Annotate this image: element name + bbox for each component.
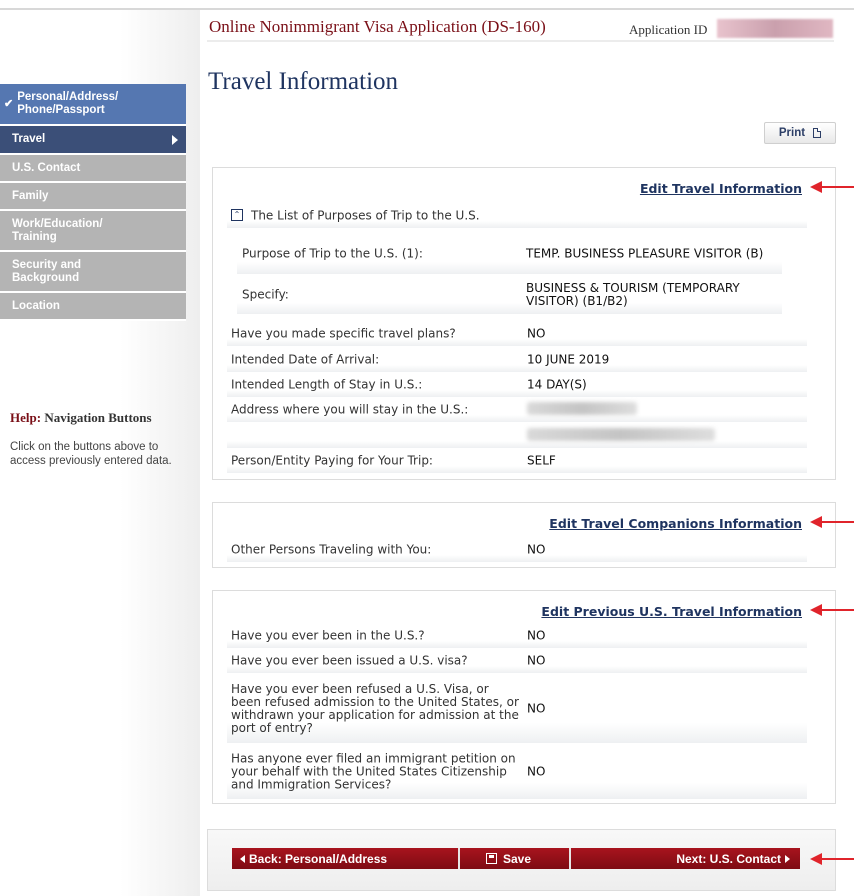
us-address-row-2: [227, 424, 807, 448]
issued-visa-value: NO: [527, 653, 546, 668]
specify-label: Specify:: [242, 287, 289, 302]
other-persons-label: Other Persons Traveling with You:: [231, 542, 432, 557]
checkmark-icon: ✔: [4, 97, 14, 110]
issued-visa-label: Have you ever been issued a U.S. visa?: [231, 653, 468, 668]
annotation-arrow-icon: [810, 181, 854, 193]
issued-visa-row: Have you ever been issued a U.S. visa? N…: [227, 649, 807, 673]
refused-visa-value: NO: [527, 701, 546, 716]
edit-travel-info-link[interactable]: Edit Travel Information: [640, 181, 802, 196]
arrow-left-icon: [240, 854, 245, 863]
us-address-value-redacted: [527, 402, 797, 418]
immigrant-petition-value: NO: [527, 764, 546, 779]
edit-companions-link[interactable]: Edit Travel Companions Information: [549, 516, 802, 531]
sidebar-item-personal[interactable]: ✔ Personal/Address/ Phone/Passport: [0, 84, 186, 126]
purpose-value: TEMP. BUSINESS PLEASURE VISITOR (B): [526, 246, 764, 261]
purpose-label: Purpose of Trip to the U.S. (1):: [242, 246, 423, 261]
top-divider: [0, 8, 854, 10]
length-of-stay-row: Intended Length of Stay in U.S.: 14 DAY(…: [227, 373, 807, 397]
next-button[interactable]: Next: U.S. Contact: [571, 848, 800, 869]
travel-info-panel: Edit Travel Information ⌃ The List of Pu…: [212, 167, 836, 480]
sidebar-item-label: Location: [12, 299, 60, 312]
bottom-nav-bar: Back: Personal/Address Save Next: U.S. C…: [232, 848, 800, 869]
edit-previous-travel-link[interactable]: Edit Previous U.S. Travel Information: [541, 604, 802, 619]
header-divider: [207, 40, 834, 42]
other-persons-row: Other Persons Traveling with You: NO: [227, 538, 807, 562]
travel-plans-value: NO: [527, 326, 546, 341]
specify-row: Specify: BUSINESS & TOURISM (TEMPORARY V…: [237, 276, 782, 314]
previous-travel-panel: Edit Previous U.S. Travel Information Ha…: [212, 590, 836, 804]
refused-visa-label: Have you ever been refused a U.S. Visa, …: [231, 682, 519, 735]
immigrant-petition-row: Has anyone ever filed an immigrant petit…: [227, 745, 807, 799]
immigrant-petition-label: Has anyone ever filed an immigrant petit…: [231, 751, 516, 792]
collapse-icon[interactable]: ⌃: [231, 209, 243, 221]
other-persons-value: NO: [527, 542, 546, 557]
help-title-text: Navigation Buttons: [44, 410, 152, 425]
refused-visa-row: Have you ever been refused a U.S. Visa, …: [227, 675, 807, 743]
sidebar-item-travel[interactable]: Travel: [0, 126, 186, 155]
app-title: Online Nonimmigrant Visa Application (DS…: [209, 17, 546, 36]
sidebar-item-family[interactable]: Family: [0, 183, 186, 211]
us-address-value-2-redacted: [527, 428, 797, 444]
length-of-stay-label: Intended Length of Stay in U.S.:: [231, 377, 423, 392]
travel-plans-row: Have you made specific travel plans? NO: [227, 322, 807, 346]
length-of-stay-value: 14 DAY(S): [527, 377, 587, 392]
print-button[interactable]: Print: [764, 122, 836, 144]
payer-row: Person/Entity Paying for Your Trip: SELF: [227, 449, 807, 473]
been-in-us-value: NO: [527, 628, 546, 643]
us-address-label: Address where you will stay in the U.S.:: [231, 402, 469, 417]
page-title: Travel Information: [208, 68, 399, 95]
save-button-label: Save: [503, 851, 532, 866]
help-box: Help: Navigation Buttons Click on the bu…: [10, 410, 180, 468]
application-id-redacted: [717, 19, 833, 38]
help-title: Help: Navigation Buttons: [10, 410, 180, 426]
document-icon: [813, 128, 822, 138]
back-button[interactable]: Back: Personal/Address: [232, 848, 460, 869]
chevron-right-icon: [172, 135, 178, 145]
sidebar-item-label: Family: [12, 189, 49, 202]
payer-value: SELF: [527, 453, 556, 468]
sidebar-item-work-education[interactable]: Work/Education/ Training: [0, 211, 186, 252]
annotation-arrow-icon: [810, 604, 854, 616]
us-address-row: Address where you will stay in the U.S.:: [227, 398, 807, 422]
sidebar-nav: ✔ Personal/Address/ Phone/Passport Trave…: [0, 84, 186, 321]
help-title-prefix: Help:: [10, 410, 42, 425]
arrival-date-row: Intended Date of Arrival: 10 JUNE 2019: [227, 348, 807, 372]
arrow-right-icon: [785, 854, 790, 863]
purpose-row: Purpose of Trip to the U.S. (1): TEMP. B…: [237, 234, 782, 274]
arrival-date-label: Intended Date of Arrival:: [231, 352, 380, 367]
annotation-arrow-icon: [810, 516, 854, 528]
purposes-list-header: ⌃ The List of Purposes of Trip to the U.…: [227, 204, 807, 228]
next-button-label: Next: U.S. Contact: [676, 851, 781, 866]
been-in-us-row: Have you ever been in the U.S.? NO: [227, 624, 807, 648]
back-button-label: Back: Personal/Address: [249, 851, 388, 866]
sidebar-item-label: Travel: [12, 133, 46, 145]
print-label: Print: [778, 127, 806, 139]
sidebar-item-location[interactable]: Location: [0, 293, 186, 321]
help-text: Click on the buttons above to access pre…: [10, 441, 172, 467]
sidebar-item-label: Work/Education/ Training: [12, 217, 103, 243]
annotation-arrow-icon: [810, 853, 854, 865]
purposes-list-title: The List of Purposes of Trip to the U.S.: [251, 208, 480, 223]
arrival-date-value: 10 JUNE 2019: [527, 352, 610, 367]
payer-label: Person/Entity Paying for Your Trip:: [231, 453, 433, 468]
specify-value: BUSINESS & TOURISM (TEMPORARY VISITOR) (…: [526, 281, 740, 308]
travel-plans-label: Have you made specific travel plans?: [231, 326, 456, 341]
save-icon: [486, 853, 497, 864]
save-button[interactable]: Save: [460, 848, 571, 869]
sidebar-item-label: U.S. Contact: [12, 161, 81, 174]
been-in-us-label: Have you ever been in the U.S.?: [231, 628, 425, 643]
companions-panel: Edit Travel Companions Information Other…: [212, 502, 836, 568]
sidebar-item-security[interactable]: Security and Background: [0, 252, 186, 293]
sidebar-item-label: Personal/Address/ Phone/Passport: [17, 91, 119, 116]
sidebar-item-label: Security and Background: [12, 258, 82, 284]
sidebar-item-us-contact[interactable]: U.S. Contact: [0, 155, 186, 183]
application-id-label: Application ID: [629, 22, 708, 37]
